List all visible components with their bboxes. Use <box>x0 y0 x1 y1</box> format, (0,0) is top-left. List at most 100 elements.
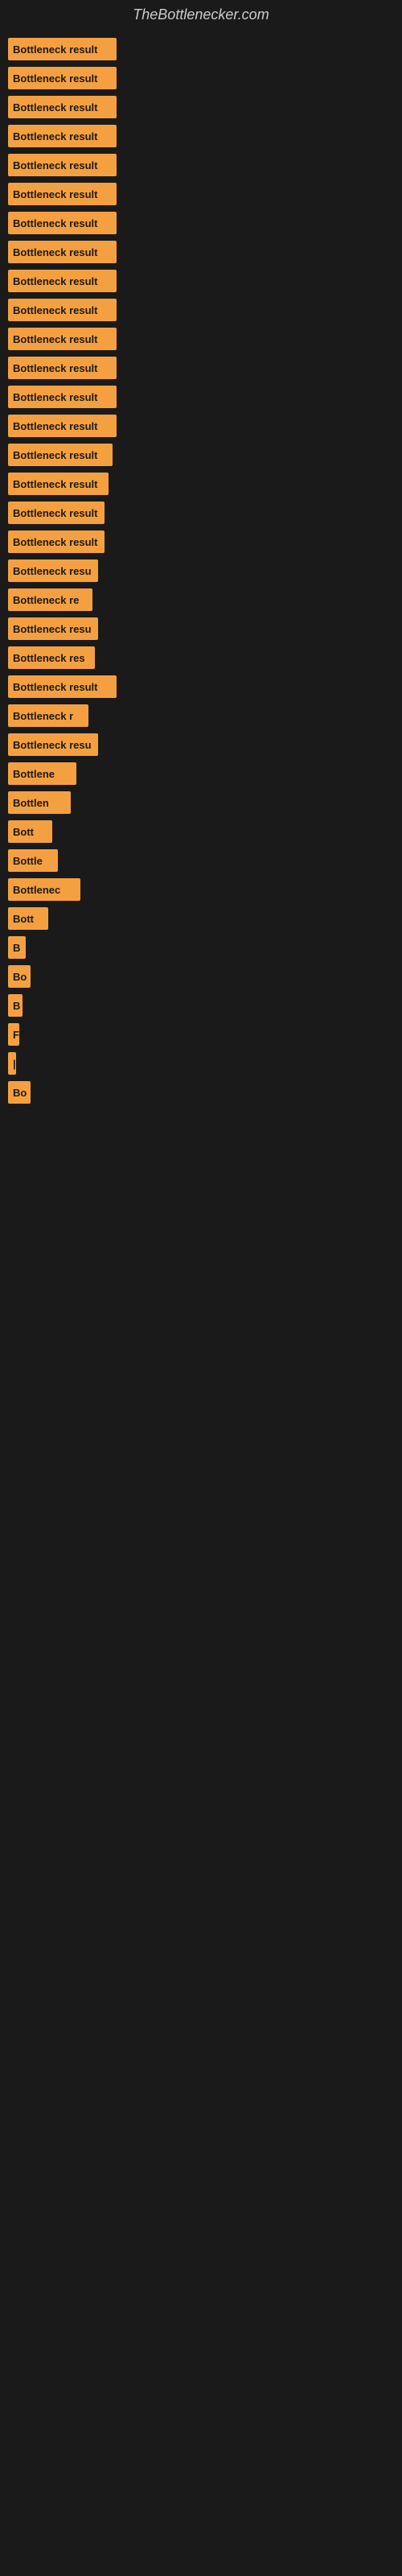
bottleneck-bar: Bott <box>8 907 48 930</box>
bottleneck-bar: Bo <box>8 965 31 988</box>
bar-label: Bottleneck result <box>13 43 97 56</box>
bar-label: B <box>13 1000 20 1012</box>
bar-row: Bottleneck resu <box>8 617 394 640</box>
bar-row: B <box>8 994 394 1017</box>
bottleneck-bar: Bottleneck result <box>8 38 117 60</box>
bar-label: Bottleneck res <box>13 652 85 664</box>
bar-row: Bottleneck result <box>8 299 394 321</box>
bar-row: Bottleneck result <box>8 473 394 495</box>
bottleneck-bar: Bottleneck result <box>8 530 105 553</box>
bottleneck-bar: Bottleneck res <box>8 646 95 669</box>
bar-label: Bottleneck resu <box>13 565 92 577</box>
bar-label: B <box>13 942 20 954</box>
bottleneck-bar: Bottleneck result <box>8 154 117 176</box>
bottleneck-bar: Bottleneck result <box>8 502 105 524</box>
bar-row: Bo <box>8 1081 394 1104</box>
bottleneck-bar: Bottleneck result <box>8 183 117 205</box>
bar-row: Bottlenec <box>8 878 394 901</box>
bar-label: Bottle <box>13 855 43 867</box>
bar-label: Bottleneck result <box>13 333 97 345</box>
bar-label: Bottleneck result <box>13 420 97 432</box>
bottleneck-bar: Bo <box>8 1081 31 1104</box>
bar-row: Bottleneck result <box>8 502 394 524</box>
bar-label: Bottleneck result <box>13 304 97 316</box>
bottleneck-bar: Bottlenec <box>8 878 80 901</box>
bottleneck-bar: Bottleneck result <box>8 675 117 698</box>
bar-label: Bottlene <box>13 768 55 780</box>
bottleneck-bar: Bottleneck result <box>8 67 117 89</box>
bar-row: Bottleneck resu <box>8 733 394 756</box>
bar-row: Bottleneck result <box>8 328 394 350</box>
bar-row: Bott <box>8 820 394 843</box>
bar-row: Bottlene <box>8 762 394 785</box>
bar-label: Bottleneck resu <box>13 623 92 635</box>
bar-row: Bottleneck result <box>8 675 394 698</box>
bar-label: | <box>13 1058 16 1070</box>
bar-label: Bottleneck result <box>13 362 97 374</box>
bottleneck-bar: Bottleneck result <box>8 415 117 437</box>
bar-label: Bo <box>13 1087 27 1099</box>
bottleneck-bar: Bottleneck result <box>8 241 117 263</box>
bar-row: Bottleneck resu <box>8 559 394 582</box>
bar-row: Bottleneck result <box>8 38 394 60</box>
bar-row: Bottleneck result <box>8 415 394 437</box>
bar-label: Bottleneck result <box>13 391 97 403</box>
bottleneck-bar: Bottleneck result <box>8 96 117 118</box>
bar-label: Bottleneck result <box>13 217 97 229</box>
bottleneck-bar: Bottleneck re <box>8 588 92 611</box>
bar-row: Bott <box>8 907 394 930</box>
bars-container: Bottleneck result Bottleneck result Bottle… <box>0 30 402 1118</box>
bar-label: Bottleneck resu <box>13 739 92 751</box>
bar-row: Bottleneck result <box>8 183 394 205</box>
bar-label: Bottleneck result <box>13 159 97 171</box>
bottleneck-bar: Bottleneck result <box>8 299 117 321</box>
bar-label: Bottleneck re <box>13 594 79 606</box>
bottleneck-bar: Bottleneck resu <box>8 617 98 640</box>
bar-label: Bottleneck result <box>13 246 97 258</box>
bar-row: Bottleneck result <box>8 125 394 147</box>
bar-row: Bottleneck r <box>8 704 394 727</box>
bottleneck-bar: Bottleneck result <box>8 473 109 495</box>
bottleneck-bar: Bottleneck result <box>8 444 113 466</box>
bottleneck-bar: F <box>8 1023 19 1046</box>
bar-label: Bottleneck result <box>13 101 97 114</box>
bar-row: | <box>8 1052 394 1075</box>
bar-label: Bo <box>13 971 27 983</box>
bottleneck-bar: Bott <box>8 820 52 843</box>
bottleneck-bar: Bottleneck result <box>8 270 117 292</box>
bar-label: Bottleneck result <box>13 681 97 693</box>
bar-row: Bottleneck result <box>8 530 394 553</box>
bar-label: Bottlen <box>13 797 49 809</box>
bar-row: Bottleneck result <box>8 96 394 118</box>
bar-row: Bottleneck result <box>8 154 394 176</box>
bottleneck-bar: Bottleneck result <box>8 328 117 350</box>
bar-row: Bottleneck result <box>8 67 394 89</box>
bar-label: Bottleneck result <box>13 130 97 142</box>
bar-row: Bottleneck re <box>8 588 394 611</box>
bottleneck-bar: Bottlen <box>8 791 71 814</box>
bottleneck-bar: Bottle <box>8 849 58 872</box>
bar-label: Bottleneck result <box>13 507 97 519</box>
bar-row: Bottleneck result <box>8 357 394 379</box>
bottleneck-bar: B <box>8 994 23 1017</box>
bar-label: Bottlenec <box>13 884 60 896</box>
bottleneck-bar: Bottleneck result <box>8 357 117 379</box>
bar-row: Bottleneck result <box>8 212 394 234</box>
bar-row: Bottleneck result <box>8 444 394 466</box>
bar-row: Bottlen <box>8 791 394 814</box>
bottleneck-bar: Bottleneck resu <box>8 559 98 582</box>
bar-label: Bottleneck result <box>13 478 97 490</box>
bar-row: Bottleneck result <box>8 241 394 263</box>
bottleneck-bar: | <box>8 1052 16 1075</box>
bar-label: F <box>13 1029 19 1041</box>
bottleneck-bar: Bottleneck resu <box>8 733 98 756</box>
bar-row: B <box>8 936 394 959</box>
bottleneck-bar: Bottleneck result <box>8 386 117 408</box>
bar-label: Bottleneck r <box>13 710 73 722</box>
bar-row: Bottleneck res <box>8 646 394 669</box>
bar-row: Bo <box>8 965 394 988</box>
bar-row: Bottle <box>8 849 394 872</box>
bottleneck-bar: Bottleneck result <box>8 125 117 147</box>
bottleneck-bar: Bottleneck result <box>8 212 117 234</box>
bar-label: Bott <box>13 826 34 838</box>
